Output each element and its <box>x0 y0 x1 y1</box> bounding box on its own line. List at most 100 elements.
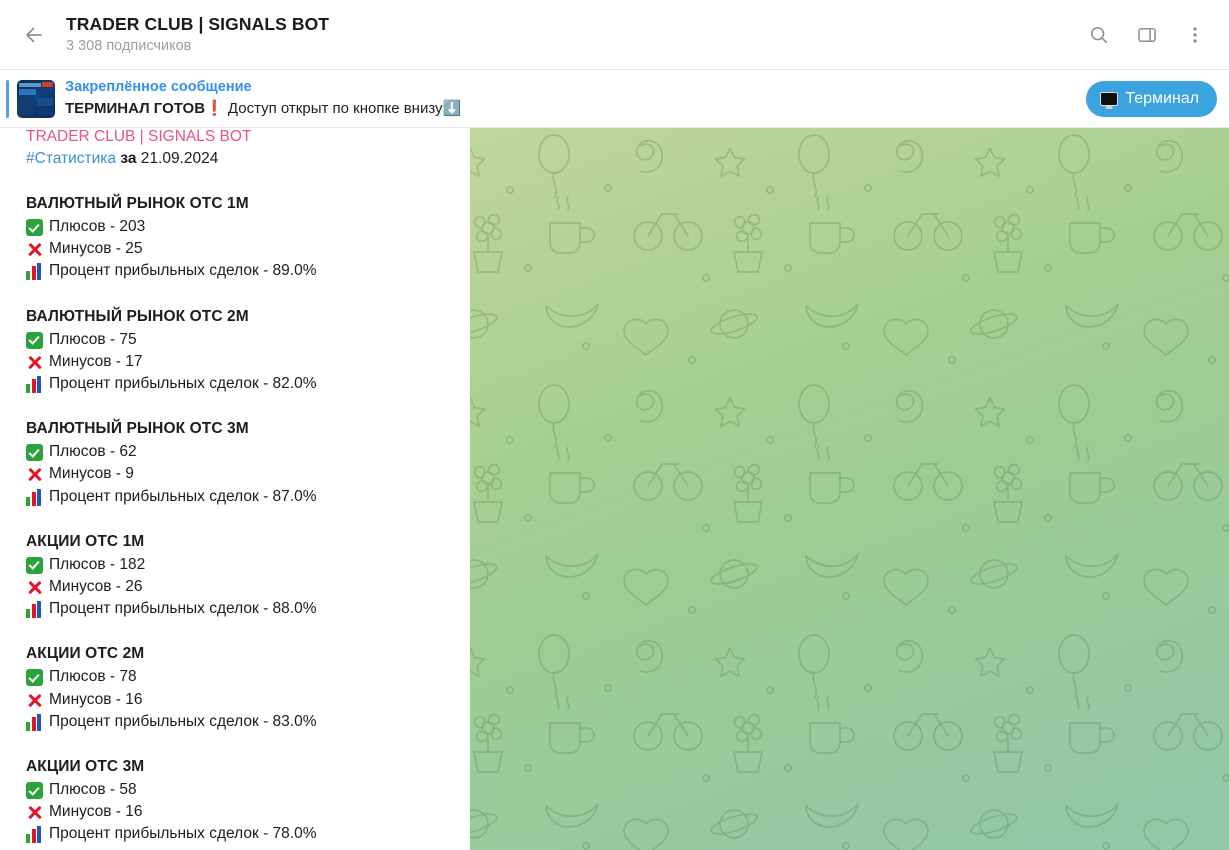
chat-header: TRADER CLUB | SIGNALS BOT 3 308 подписчи… <box>0 0 1229 70</box>
statistics-hashtag[interactable]: #Статистика <box>26 150 116 167</box>
pinned-message-bold: ТЕРМИНАЛ ГОТОВ <box>65 100 206 117</box>
back-button[interactable] <box>8 9 60 61</box>
group-title: АКЦИИ OTC 3М <box>26 758 145 776</box>
stat-line-minus: Минусов - 26 <box>26 576 456 598</box>
stat-text: Процент прибыльных сделок - 87.0% <box>49 487 317 505</box>
stat-text: Минусов - 25 <box>49 240 143 258</box>
stat-text: Плюсов - 78 <box>49 668 137 686</box>
message-date-line: #Статистика за 21.09.2024 <box>26 148 456 170</box>
header-title-block[interactable]: TRADER CLUB | SIGNALS BOT 3 308 подписчи… <box>66 13 1077 56</box>
stat-text: Минусов - 16 <box>49 690 143 708</box>
stat-line-plus: Плюсов - 58 <box>26 779 456 801</box>
chat-area: TRADER CLUB | SIGNALS BOT #Статистика за… <box>0 128 1229 850</box>
sidebar-toggle-icon <box>1138 27 1156 42</box>
message-channel-line: TRADER CLUB | SIGNALS BOT <box>26 128 252 145</box>
stat-line-percent: Процент прибыльных сделок - 87.0% <box>26 486 456 508</box>
stat-text: Плюсов - 58 <box>49 781 137 799</box>
stat-line-percent: Процент прибыльных сделок - 83.0% <box>26 711 456 733</box>
stat-line-percent: Процент прибыльных сделок - 89.0% <box>26 260 456 282</box>
cross-mark-icon <box>26 692 43 709</box>
statistics-group: АКЦИИ OTC 3М Плюсов - 58 Минусов - 16 Проце… <box>26 755 456 846</box>
bar-chart-icon <box>26 713 43 731</box>
stat-line-minus: Минусов - 16 <box>26 689 456 711</box>
telegram-channel-window: TRADER CLUB | SIGNALS BOT 3 308 подписчи… <box>0 0 1229 850</box>
sidebar-toggle-button[interactable] <box>1125 13 1169 57</box>
group-title: АКЦИИ OTC 2М <box>26 645 145 663</box>
stat-line-plus: Плюсов - 75 <box>26 329 456 351</box>
check-mark-icon <box>26 444 43 462</box>
stat-line-minus: Минусов - 25 <box>26 238 456 260</box>
search-button[interactable] <box>1077 13 1121 57</box>
pinned-photo-thumbnail[interactable] <box>17 79 55 118</box>
message-content: TRADER CLUB | SIGNALS BOT #Статистика за… <box>0 128 470 846</box>
stat-line-percent: Процент прибыльных сделок - 82.0% <box>26 373 456 395</box>
stat-text: Процент прибыльных сделок - 88.0% <box>49 600 317 618</box>
group-title: ВАЛЮТНЫЙ РЫНОК OTC 3М <box>26 420 249 438</box>
stat-line-plus: Плюсов - 78 <box>26 666 456 688</box>
stat-text: Плюсов - 182 <box>49 555 146 573</box>
stat-text: Плюсов - 203 <box>49 218 146 235</box>
subscriber-count: 3 308 подписчиков <box>66 38 192 54</box>
statistics-group: АКЦИИ OTC 1М Плюсов - 182 Минусов - 26 Проц… <box>26 530 456 621</box>
stat-line-plus: Плюсов - 203 <box>26 216 456 238</box>
check-mark-icon <box>26 669 43 687</box>
statistics-group: ВАЛЮТНЫЙ РЫНОК OTC 1М Плюсов - 203 Минусов… <box>26 192 456 283</box>
more-options-button[interactable] <box>1173 13 1217 57</box>
stat-line-minus: Минусов - 17 <box>26 351 456 373</box>
stat-line-plus: Плюсов - 182 <box>26 554 456 576</box>
back-arrow-icon <box>26 27 42 42</box>
stat-text: Плюсов - 62 <box>49 443 137 461</box>
stat-text: Плюсов - 75 <box>49 330 137 348</box>
stat-text: Минусов - 9 <box>49 465 134 483</box>
group-title: АКЦИИ OTC 1М <box>26 532 145 550</box>
bar-chart-icon <box>26 263 43 281</box>
group-title: ВАЛЮТНЫЙ РЫНОК OTC 2М <box>26 307 249 325</box>
search-icon <box>1090 26 1108 43</box>
down-arrow-icon: ⬇️ <box>442 99 462 117</box>
cross-mark-icon <box>26 579 43 596</box>
stat-text: Процент прибыльных сделок - 78.0% <box>49 825 317 843</box>
date-prefix: за <box>120 150 137 167</box>
terminal-button[interactable]: Терминал <box>1086 80 1217 117</box>
stat-line-plus: Плюсов - 62 <box>26 441 456 463</box>
stat-line-minus: Минусов - 16 <box>26 801 456 823</box>
check-mark-icon <box>26 782 43 800</box>
bar-chart-icon <box>26 376 43 394</box>
cross-mark-icon <box>26 466 43 483</box>
statistics-group: ВАЛЮТНЫЙ РЫНОК OTC 3М Плюсов - 62 Минусов … <box>26 417 456 508</box>
terminal-button-label: Терминал <box>1125 89 1199 107</box>
report-date: 21.09.2024 <box>140 150 219 167</box>
stat-text: Процент прибыльных сделок - 89.0% <box>49 262 317 280</box>
stat-line-percent: Процент прибыльных сделок - 88.0% <box>26 598 456 620</box>
pinned-text-block: Закреплённое сообщение ТЕРМИНАЛ ГОТОВ❗ Д… <box>65 78 461 119</box>
cross-mark-icon <box>26 354 43 371</box>
pinned-label: Закреплённое сообщение <box>65 79 252 95</box>
pinned-accent-bar <box>6 79 9 118</box>
statistics-group: ВАЛЮТНЫЙ РЫНОК OTC 2М Плюсов - 75 Минусов … <box>26 305 456 396</box>
pinned-message-text: ТЕРМИНАЛ ГОТОВ❗ Доступ открыт по кнопке … <box>65 98 461 119</box>
pinned-message-bar[interactable]: Закреплённое сообщение ТЕРМИНАЛ ГОТОВ❗ Д… <box>0 70 1229 128</box>
cross-mark-icon <box>26 241 43 258</box>
check-mark-icon <box>26 219 43 236</box>
stat-line-percent: Процент прибыльных сделок - 78.0% <box>26 823 456 845</box>
check-mark-icon <box>26 331 43 349</box>
message-bubble[interactable]: TRADER CLUB | SIGNALS BOT #Статистика за… <box>0 128 470 850</box>
stat-text: Минусов - 17 <box>49 352 143 370</box>
channel-title: TRADER CLUB | SIGNALS BOT <box>66 14 330 34</box>
check-mark-icon <box>26 556 43 574</box>
statistics-group: АКЦИИ OTC 2М Плюсов - 78 Минусов - 16 Проце… <box>26 642 456 733</box>
pinned-message-rest: Доступ открыт по кнопке внизу <box>227 100 443 117</box>
bar-chart-icon <box>26 601 43 619</box>
header-actions <box>1077 13 1217 57</box>
bar-chart-icon <box>26 488 43 506</box>
exclamation-icon: ❗ <box>205 99 224 117</box>
stat-text: Минусов - 16 <box>49 803 143 821</box>
statistics-groups: ВАЛЮТНЫЙ РЫНОК OTC 1М Плюсов - 203 Минусов… <box>26 192 456 846</box>
stat-text: Минусов - 26 <box>49 578 143 596</box>
cross-mark-icon <box>26 804 43 821</box>
